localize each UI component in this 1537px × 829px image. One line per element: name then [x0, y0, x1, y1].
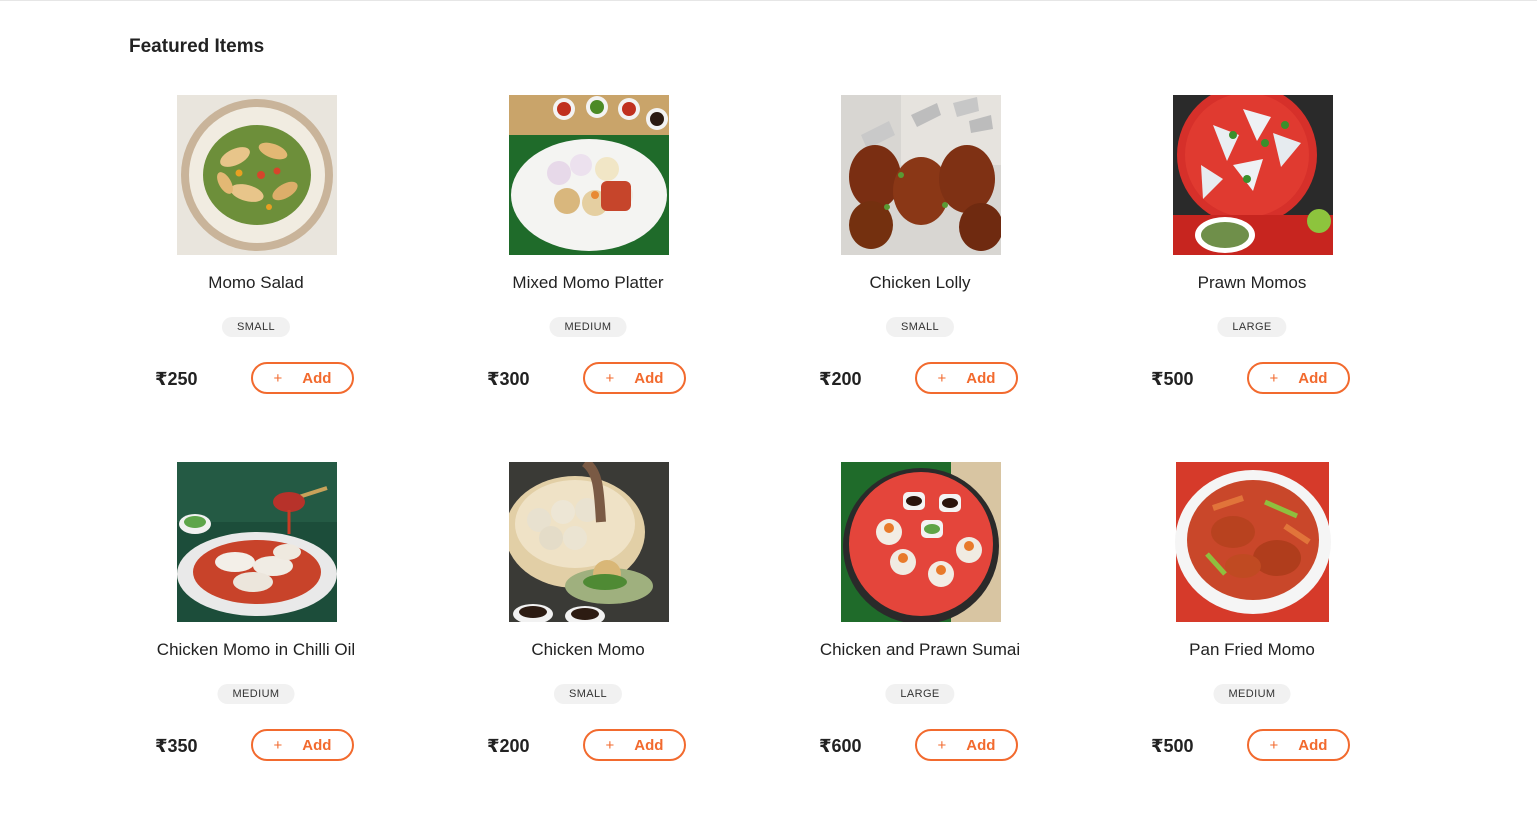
size-badge: SMALL	[885, 317, 955, 337]
food-image[interactable]	[841, 462, 1001, 622]
item-name: Mixed Momo Platter	[512, 273, 664, 292]
add-button-label: Add	[302, 369, 332, 387]
item-name: Prawn Momos	[1197, 273, 1307, 292]
plus-icon: +	[273, 369, 283, 387]
item-name: Momo Salad	[208, 273, 304, 292]
size-badge: MEDIUM	[217, 684, 295, 704]
add-button-label: Add	[966, 369, 996, 387]
plus-icon: +	[605, 736, 615, 754]
item-price: ₹500	[1151, 369, 1194, 389]
add-button-label: Add	[1298, 736, 1328, 754]
item-price: ₹500	[1151, 736, 1194, 756]
item-price: ₹350	[155, 736, 198, 756]
food-image[interactable]	[177, 462, 337, 622]
section-title: Featured Items	[129, 36, 265, 57]
plus-icon: +	[937, 369, 947, 387]
add-button[interactable]: + Add	[583, 362, 686, 394]
plus-icon: +	[937, 736, 947, 754]
size-badge: SMALL	[221, 317, 291, 337]
add-button-label: Add	[966, 736, 996, 754]
plus-icon: +	[605, 369, 615, 387]
menu-item-card: Mixed Momo Platter MEDIUM ₹300 + Add	[422, 95, 754, 462]
menu-item-card: Pan Fried Momo MEDIUM ₹500 + Add	[1086, 462, 1418, 829]
food-image[interactable]	[177, 95, 337, 255]
food-image[interactable]	[1173, 95, 1333, 255]
plus-icon: +	[1269, 369, 1279, 387]
add-button-label: Add	[1298, 369, 1328, 387]
item-price: ₹600	[819, 736, 862, 756]
add-button[interactable]: + Add	[915, 362, 1018, 394]
size-badge: MEDIUM	[549, 317, 627, 337]
size-badge: LARGE	[885, 684, 955, 704]
add-button[interactable]: + Add	[251, 362, 354, 394]
add-button[interactable]: + Add	[251, 729, 354, 761]
food-image[interactable]	[509, 462, 669, 622]
item-price: ₹300	[487, 369, 530, 389]
add-button-label: Add	[634, 369, 664, 387]
menu-item-card: Chicken Lolly SMALL ₹200 + Add	[754, 95, 1086, 462]
size-badge: SMALL	[553, 684, 623, 704]
menu-item-card: Momo Salad SMALL ₹250 + Add	[90, 95, 422, 462]
item-name: Chicken and Prawn Sumai	[819, 640, 1021, 659]
food-image[interactable]	[841, 95, 1001, 255]
menu-item-card: Prawn Momos LARGE ₹500 + Add	[1086, 95, 1418, 462]
item-price: ₹250	[155, 369, 198, 389]
add-button[interactable]: + Add	[583, 729, 686, 761]
size-badge: MEDIUM	[1213, 684, 1291, 704]
plus-icon: +	[273, 736, 283, 754]
item-price: ₹200	[819, 369, 862, 389]
menu-item-card: Chicken and Prawn Sumai LARGE ₹600 + Add	[754, 462, 1086, 829]
item-name: Chicken Lolly	[869, 273, 971, 292]
add-button-label: Add	[634, 736, 664, 754]
add-button[interactable]: + Add	[1247, 729, 1350, 761]
menu-item-card: Chicken Momo SMALL ₹200 + Add	[422, 462, 754, 829]
item-name: Chicken Momo in Chilli Oil	[156, 640, 356, 659]
menu-item-card: Chicken Momo in Chilli Oil MEDIUM ₹350 +…	[90, 462, 422, 829]
size-badge: LARGE	[1217, 317, 1287, 337]
food-image[interactable]	[1173, 462, 1333, 622]
add-button[interactable]: + Add	[915, 729, 1018, 761]
top-divider	[0, 0, 1537, 1]
item-name: Chicken Momo	[531, 640, 645, 659]
item-price: ₹200	[487, 736, 530, 756]
item-name: Pan Fried Momo	[1189, 640, 1315, 659]
add-button[interactable]: + Add	[1247, 362, 1350, 394]
add-button-label: Add	[302, 736, 332, 754]
plus-icon: +	[1269, 736, 1279, 754]
food-image[interactable]	[509, 95, 669, 255]
featured-items-grid: Momo Salad SMALL ₹250 + Add Mixed Momo P…	[90, 95, 1418, 829]
